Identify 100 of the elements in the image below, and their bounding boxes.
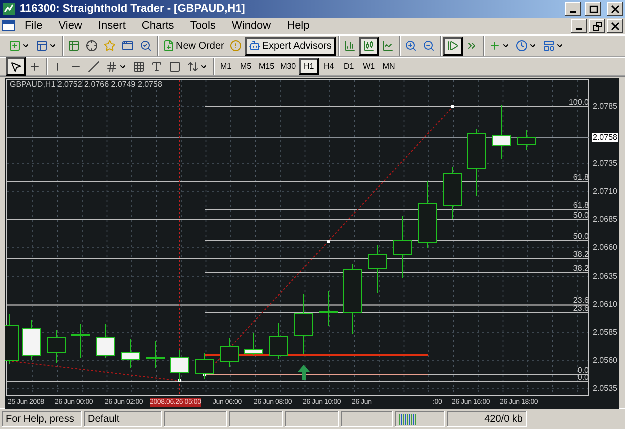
candle (320, 290, 338, 326)
timeframe-button[interactable]: M15 (256, 58, 278, 75)
timeframe-button[interactable]: MN (379, 58, 400, 75)
crosshair-icon (86, 40, 98, 52)
zoom-in-icon (404, 40, 417, 52)
app-icon (2, 2, 16, 16)
grid-icon (133, 60, 145, 72)
price-axis-label: 2.0560 (592, 356, 618, 365)
timeframe-button[interactable]: W1 (359, 58, 380, 75)
price-axis-label: 2.0635 (592, 272, 618, 281)
close-button[interactable] (607, 2, 623, 16)
price-axis-label: 2.0785 (592, 102, 618, 111)
chart-header: GBPAUD,H1 2.0752 2.0766 2.0749 2.0758 (10, 80, 162, 89)
minimize-button[interactable] (571, 19, 587, 33)
window-icon (122, 40, 134, 52)
candle (244, 332, 264, 356)
trend-line[interactable] (204, 106, 454, 376)
fibonacci-level-label: 61.8 (573, 201, 589, 210)
current-price-label: 2.0758 (592, 133, 618, 142)
timeframe-button[interactable]: H1 (299, 58, 320, 75)
bar-chart-icon (344, 40, 356, 52)
status-panel (164, 411, 227, 427)
candle (492, 104, 512, 160)
candle (418, 180, 438, 248)
price-axis-label: 2.0585 (592, 328, 618, 337)
fibonacci-level-label: 0.0 (578, 366, 589, 375)
minimize-button[interactable] (565, 2, 581, 16)
plus-icon (9, 40, 21, 52)
menu-item[interactable]: Help (280, 19, 317, 33)
timeframe-button[interactable]: M1 (216, 58, 236, 75)
menu-item[interactable]: View (52, 19, 90, 33)
candlestick-button[interactable] (358, 36, 379, 56)
arrows-icon (187, 60, 199, 72)
price-axis-label: 2.0660 (592, 243, 618, 252)
price-axis-label: 2.0535 (592, 384, 618, 393)
menu-item[interactable]: Charts (134, 19, 182, 33)
experts-button[interactable]: Expert Advisors (245, 36, 336, 56)
profile-name: Default (84, 411, 162, 427)
crosshair-icon (29, 60, 41, 72)
plus-icon (488, 40, 501, 52)
label-icon (169, 60, 181, 72)
fibonacci-level-label: 100.0 (568, 98, 589, 107)
table-icon (68, 40, 80, 52)
candle (5, 314, 20, 364)
restore-button[interactable] (589, 19, 605, 33)
fibonacci-level-label: 23.6 (573, 296, 589, 305)
menu-item[interactable]: Window (225, 19, 278, 33)
window-icon (36, 40, 48, 52)
timeframe-button[interactable]: M5 (236, 58, 256, 75)
close-button[interactable] (607, 19, 623, 33)
menu-item[interactable]: File (18, 19, 50, 33)
menu-item[interactable]: Insert (91, 19, 133, 33)
fibonacci-levels-drawing[interactable] (6, 106, 590, 382)
candle (468, 128, 486, 196)
timeframe-button[interactable]: H4 (319, 58, 340, 75)
candle (22, 320, 42, 360)
step-forward-button[interactable] (442, 36, 463, 56)
diagonal-line-icon (88, 60, 100, 72)
up-arrow-icon (298, 365, 310, 380)
close-icon (610, 4, 620, 14)
caret-icon (556, 42, 564, 50)
star-icon (104, 40, 116, 52)
minimize-icon (576, 28, 582, 30)
letter-icon (151, 60, 163, 72)
candle (220, 338, 240, 368)
traffic-counter: 420/0 kb (447, 411, 527, 427)
fibonacci-level-label: 61.8 (573, 173, 589, 182)
candle (518, 130, 536, 150)
status-panel (285, 411, 339, 427)
caret-icon (502, 42, 510, 50)
maximize-button[interactable] (585, 2, 601, 16)
candle (444, 166, 462, 220)
fibonacci-level-label: 50.0 (573, 232, 589, 241)
maximize-icon (588, 4, 598, 14)
menu-item[interactable]: Tools (183, 19, 223, 33)
order-line[interactable] (205, 354, 428, 356)
price-chart[interactable] (5, 78, 619, 409)
status-panel (229, 411, 283, 427)
price-axis-label: 2.0735 (592, 159, 618, 168)
price-axis-label: 2.0685 (592, 215, 618, 224)
cursor-button[interactable] (6, 57, 26, 76)
clock-icon (516, 40, 528, 52)
timeframe-button[interactable]: M30 (278, 58, 300, 75)
candle (394, 216, 412, 278)
price-axis-label: 2.0610 (592, 300, 618, 309)
fibonacci-level-label: 23.6 (573, 304, 589, 313)
caret-icon (119, 62, 127, 70)
exclamation-icon (230, 40, 242, 52)
candle (344, 264, 362, 334)
window-title: 116300: Straighthold Trader - [GBPAUD,H1] (20, 3, 246, 15)
candle (196, 352, 214, 380)
timeframe-button[interactable]: D1 (339, 58, 360, 75)
candle (368, 244, 388, 294)
candle (72, 324, 90, 358)
caret-icon (49, 42, 57, 50)
robot-icon (249, 40, 262, 52)
new-order-button[interactable]: New Order (160, 36, 228, 56)
candlestick-icon (362, 40, 375, 52)
caret-icon (528, 42, 537, 50)
template-icon (542, 40, 555, 52)
